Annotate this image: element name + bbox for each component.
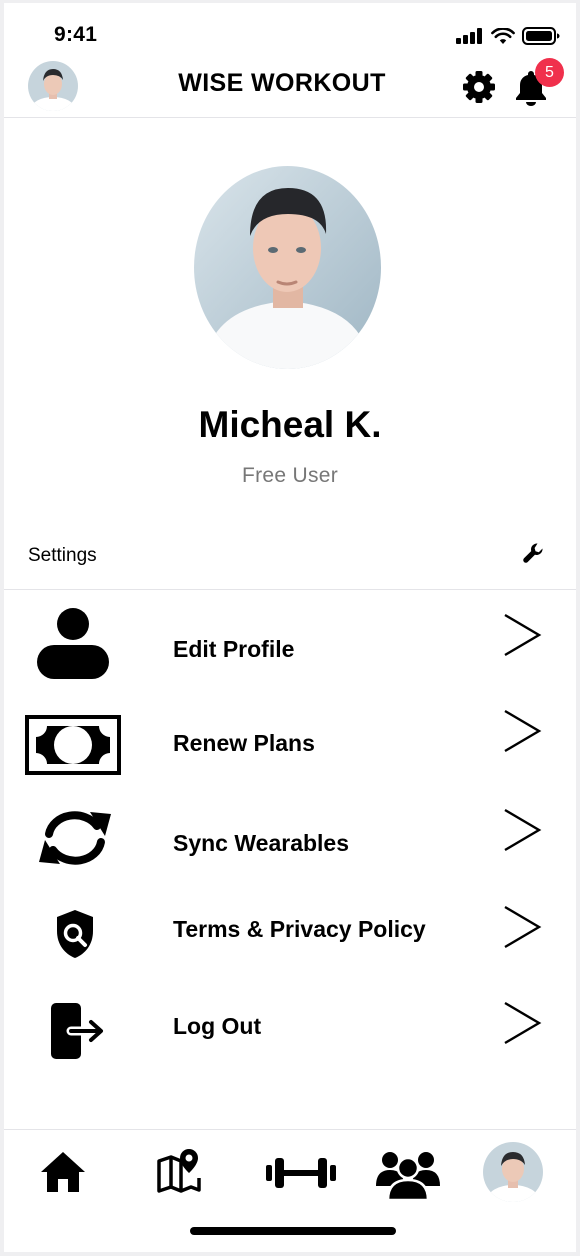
- logout-icon: [51, 1003, 103, 1059]
- screen: 9:41 WISE WORKOUT 5 Micheal K. Free User…: [4, 3, 576, 1252]
- menu-item-label: Sync Wearables: [173, 830, 350, 856]
- status-icons: [456, 27, 560, 45]
- wifi-icon: [491, 27, 515, 44]
- settings-divider: [4, 589, 576, 590]
- chevron-right-icon[interactable]: [502, 708, 542, 754]
- cellular-signal-icon: [456, 28, 482, 44]
- menu-item-label: Log Out: [173, 1013, 262, 1039]
- avatar-photo: [483, 1142, 543, 1202]
- chevron-right-icon[interactable]: [502, 807, 542, 853]
- shield-search-icon: [57, 910, 93, 958]
- tab-profile-avatar[interactable]: [483, 1142, 543, 1202]
- chevron-right-icon[interactable]: [502, 904, 542, 950]
- wrench-icon[interactable]: [522, 541, 546, 565]
- community-icon[interactable]: [376, 1148, 440, 1200]
- menu-item-label: Edit Profile: [173, 636, 295, 662]
- profile-photo: [194, 166, 381, 369]
- status-time: 9:41: [54, 23, 98, 46]
- home-indicator: [190, 1227, 396, 1235]
- person-icon: [37, 608, 109, 679]
- chevron-right-icon[interactable]: [502, 612, 542, 658]
- map-pin-icon[interactable]: [155, 1147, 203, 1193]
- cash-icon: [25, 715, 121, 775]
- menu-item-label: Renew Plans: [173, 730, 315, 756]
- notification-badge: 5: [535, 58, 564, 87]
- user-name: Micheal K.: [198, 404, 382, 445]
- menu-item-label: Terms & Privacy Policy: [173, 916, 426, 942]
- home-icon[interactable]: [39, 1150, 87, 1194]
- chevron-right-icon[interactable]: [502, 1000, 542, 1046]
- sync-icon: [39, 811, 111, 865]
- tab-bar-divider: [4, 1129, 576, 1130]
- profile-avatar: [194, 166, 381, 369]
- settings-section-label: Settings: [28, 545, 97, 566]
- settings-gear-icon[interactable]: [462, 70, 496, 104]
- battery-icon: [522, 27, 560, 45]
- user-plan-status: Free User: [241, 464, 339, 487]
- dumbbell-icon[interactable]: [266, 1157, 336, 1189]
